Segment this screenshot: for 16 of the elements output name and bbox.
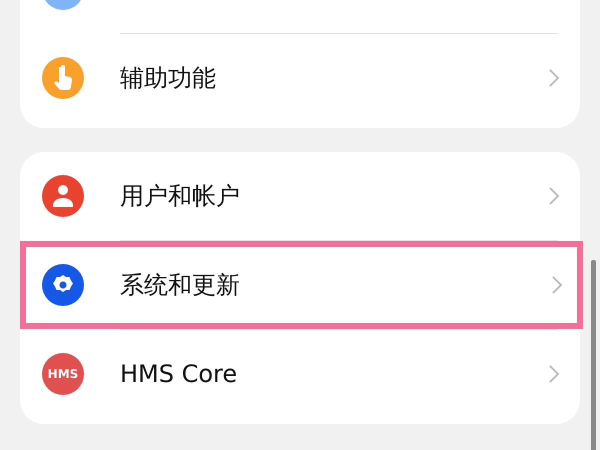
chevron-right-icon bbox=[548, 364, 560, 384]
hand-icon bbox=[42, 57, 84, 99]
chevron-right-icon bbox=[548, 186, 560, 206]
chevron-right-icon bbox=[548, 68, 560, 88]
item-label: 系统和更新 bbox=[120, 270, 241, 301]
settings-item[interactable]: HMS HMS Core bbox=[20, 330, 580, 418]
settings-item[interactable]: 系统和更新 bbox=[20, 241, 583, 329]
item-label: HMS Core bbox=[120, 359, 238, 390]
item-label: 辅助功能 bbox=[120, 63, 217, 94]
gear-icon bbox=[42, 264, 84, 306]
item-label: 用户和帐户 bbox=[120, 181, 241, 212]
hms-icon: HMS bbox=[42, 353, 84, 395]
chevron-right-icon bbox=[551, 275, 563, 295]
user-icon bbox=[42, 175, 84, 217]
settings-item[interactable]: 用户和帐户 bbox=[20, 152, 580, 240]
settings-item[interactable]: 辅助功能 bbox=[20, 34, 580, 122]
